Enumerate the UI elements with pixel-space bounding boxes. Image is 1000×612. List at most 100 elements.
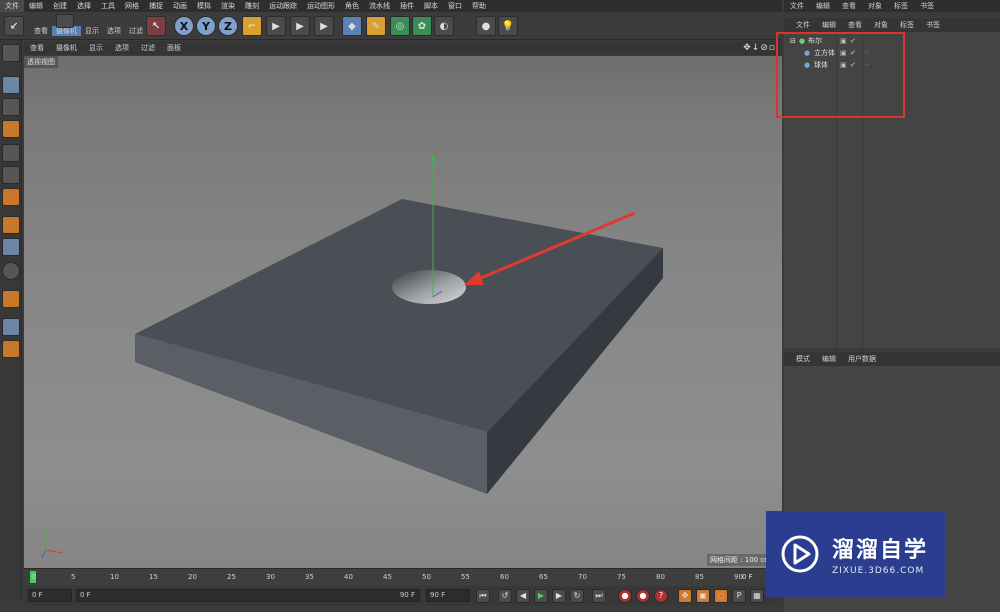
workplane-grid-icon[interactable] [2,318,20,336]
om-tab-view[interactable]: 查看 [842,20,868,30]
camera-icon[interactable]: ● [476,16,496,36]
menu-item[interactable]: 雕刻 [240,0,264,12]
next-frame-button[interactable]: ▶ [552,589,566,603]
keyframe-selection-button[interactable]: ? [654,589,668,603]
om-menu-edit[interactable]: 编辑 [810,1,836,11]
om-tab-edit[interactable]: 编辑 [816,20,842,30]
om-tab-tags[interactable]: 标签 [894,20,920,30]
om-tab-objects[interactable]: 对象 [868,20,894,30]
menu-item[interactable]: 创建 [48,0,72,12]
menu-item[interactable]: 帮助 [467,0,491,12]
menu-item[interactable]: 编辑 [24,0,48,12]
menu-item[interactable]: 运动图形 [302,0,340,12]
menu-item[interactable]: 脚本 [419,0,443,12]
locked-workplane-icon[interactable] [2,340,20,358]
viewport-menu-options[interactable]: 选项 [109,43,135,53]
coordinate-system-icon[interactable]: ⌐ [242,16,262,36]
menu-item[interactable]: 角色 [340,0,364,12]
texture-mode-icon[interactable] [2,98,20,116]
scale-key-button[interactable]: ▣ [696,589,710,603]
viewport-navigation-icons[interactable]: ✥↓⊘▫ [743,41,776,55]
render-picture-viewer-icon[interactable]: ▶ [290,16,310,36]
rotation-key-button[interactable]: ◌ [714,589,728,603]
go-to-end-button[interactable]: ⏭ [592,589,606,603]
position-key-button[interactable]: ✥ [678,589,692,603]
play-button[interactable]: ▶ [534,589,548,603]
deformer-icon[interactable]: ◐ [434,16,454,36]
cube-object-icon[interactable]: ◆ [342,16,362,36]
timeline-tick-label: 85 [695,573,704,581]
om-menu-tags[interactable]: 标签 [888,1,914,11]
z-axis-lock-button[interactable]: Z [218,16,238,36]
viewport-menu-camera[interactable]: 摄像机 [50,43,83,53]
x-axis-lock-button[interactable]: X [174,16,194,36]
pen-spline-icon[interactable]: ✎ [366,16,386,36]
current-frame-field[interactable]: 0 F [28,589,72,602]
attr-menu-edit[interactable]: 编辑 [816,354,842,364]
autokey-button[interactable]: ● [636,589,650,603]
menu-item[interactable]: 模拟 [192,0,216,12]
om-menu-bookmarks[interactable]: 书签 [914,1,940,11]
polygons-mode-icon[interactable] [2,188,20,206]
om-menu-file[interactable]: 文件 [784,1,810,11]
points-mode-icon[interactable] [2,144,20,162]
timeline-ruler[interactable]: 0 5 10 15 20 25 30 35 40 45 50 55 60 65 70 75 80 85 90 0 F [24,568,782,586]
toolbar-menu-display[interactable]: 显示 [81,26,103,36]
attr-menu-userdata[interactable]: 用户数据 [842,354,882,364]
menu-item[interactable]: 文件 [0,0,24,12]
y-axis-lock-button[interactable]: Y [196,16,216,36]
om-menu-view[interactable]: 查看 [836,1,862,11]
edges-mode-icon[interactable] [2,166,20,184]
render-view-icon[interactable]: ▶ [266,16,286,36]
menu-item[interactable]: 插件 [395,0,419,12]
y-axis-arrow[interactable] [430,154,436,162]
frame-range-slider[interactable]: 0 F 90 F [76,589,420,602]
play-logo-icon [781,535,819,573]
parameter-key-button[interactable]: P [732,589,746,603]
perspective-viewport[interactable]: 透视视图 网格间距 : 100 cm [24,56,782,568]
om-tab-file[interactable]: 文件 [790,20,816,30]
toolbar-menu-options[interactable]: 选项 [103,26,125,36]
record-keys-button[interactable]: ● [618,589,632,603]
snap-toggle-icon[interactable] [2,262,20,280]
point-level-key-button[interactable]: ▦ [750,589,764,603]
array-generator-icon[interactable]: ✿ [412,16,432,36]
toolbar-menu-filter[interactable]: 过滤 [125,26,147,36]
model-mode-icon[interactable] [2,76,20,94]
menu-item[interactable]: 流水线 [364,0,395,12]
world-axis-x [45,549,63,554]
menu-item[interactable]: 动画 [168,0,192,12]
viewport-menu-filter[interactable]: 过滤 [135,43,161,53]
tweak-mode-icon[interactable] [2,238,20,256]
axis-mode-icon[interactable] [2,216,20,234]
workplane-mode-icon[interactable] [2,120,20,138]
attr-menu-mode[interactable]: 模式 [790,354,816,364]
menu-item[interactable]: 网格 [120,0,144,12]
menu-item[interactable]: 渲染 [216,0,240,12]
om-menu-objects[interactable]: 对象 [862,1,888,11]
move-tool-icon[interactable]: ↖ [146,16,166,36]
render-settings-icon[interactable]: ▶ [314,16,334,36]
om-tab-bookmarks[interactable]: 书签 [920,20,946,30]
menu-item[interactable]: 运动跟踪 [264,0,302,12]
menu-item[interactable]: 选择 [72,0,96,12]
viewport-canvas [41,154,663,559]
viewport-menu-panel[interactable]: 面板 [161,43,187,53]
menu-item[interactable]: 捕捉 [144,0,168,12]
menu-item[interactable]: 窗口 [443,0,467,12]
toolbar-menu-view[interactable]: 查看 [30,26,52,36]
previous-key-button[interactable]: ↺ [498,589,512,603]
subdivision-surface-icon[interactable]: ◎ [390,16,410,36]
previous-frame-button[interactable]: ◀ [516,589,530,603]
menu-item[interactable]: 工具 [96,0,120,12]
go-to-start-button[interactable]: ⏮ [476,589,490,603]
magnet-icon[interactable] [2,290,20,308]
undo-icon[interactable]: ↙ [4,16,24,36]
viewport-menu-display[interactable]: 显示 [83,43,109,53]
live-select-icon[interactable] [56,14,74,28]
make-editable-icon[interactable] [2,44,20,62]
next-key-button[interactable]: ↻ [570,589,584,603]
light-icon[interactable]: 💡 [498,16,518,36]
max-frame-field[interactable]: 90 F [426,589,470,602]
viewport-menu-view[interactable]: 查看 [24,43,50,53]
